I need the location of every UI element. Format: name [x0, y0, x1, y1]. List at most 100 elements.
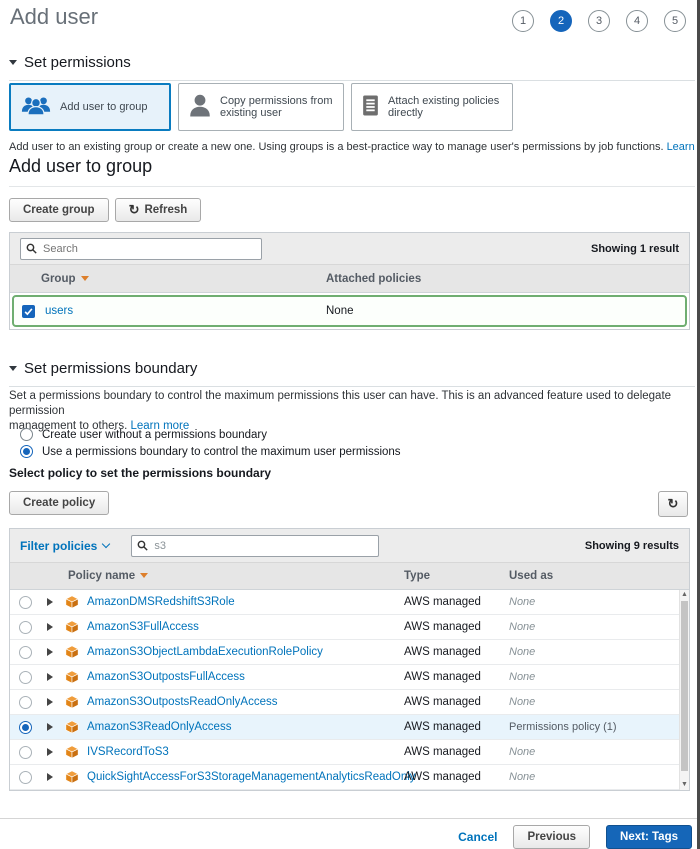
policy-type: AWS managed [404, 621, 481, 633]
group-row-users[interactable]: users None [12, 295, 687, 327]
step-circle-1: 1 [512, 10, 534, 32]
policy-name-link[interactable]: AmazonS3FullAccess [87, 621, 199, 633]
group-section-heading: Add user to group [9, 156, 152, 177]
policy-used-as: None [509, 596, 535, 608]
expand-caret-icon[interactable] [47, 673, 53, 681]
policy-radio[interactable] [19, 721, 32, 734]
policy-used-as: Permissions policy (1) [509, 721, 617, 733]
policy-cube-icon [65, 745, 79, 759]
policy-radio[interactable] [19, 596, 32, 609]
expand-caret-icon[interactable] [47, 748, 53, 756]
policy-row[interactable]: AmazonS3OutpostsFullAccess AWS managed Non… [10, 665, 689, 690]
scroll-down-icon[interactable]: ▼ [680, 780, 689, 790]
policy-radio[interactable] [19, 621, 32, 634]
search-icon [26, 243, 37, 254]
vertical-scrollbar[interactable]: ▲ ▼ [679, 590, 689, 790]
policy-cube-icon [65, 595, 79, 609]
section-permissions-boundary: Set permissions boundary [9, 360, 695, 387]
column-used-as[interactable]: Used as [509, 570, 553, 582]
policy-radio[interactable] [19, 746, 32, 759]
refresh-button[interactable]: ↻Refresh [115, 198, 202, 222]
next-tags-button[interactable]: Next: Tags [606, 825, 692, 849]
group-search-input[interactable] [20, 238, 262, 260]
collapse-triangle-icon[interactable] [9, 60, 17, 65]
create-group-button[interactable]: Create group [9, 198, 109, 222]
sort-caret-icon [140, 573, 148, 578]
group-icon [21, 95, 51, 119]
policy-name-link[interactable]: AmazonDMSRedshiftS3Role [87, 596, 235, 608]
policy-used-as: None [509, 746, 535, 758]
expand-caret-icon[interactable] [47, 598, 53, 606]
policy-name-link[interactable]: AmazonS3OutpostsReadOnlyAccess [87, 696, 277, 708]
policy-type: AWS managed [404, 671, 481, 683]
radio-use-boundary[interactable]: Use a permissions boundary to control th… [20, 445, 401, 458]
expand-caret-icon[interactable] [47, 623, 53, 631]
policy-row[interactable]: AmazonS3ObjectLambdaExecutionRolePolicyA… [10, 640, 689, 665]
radio-icon[interactable] [20, 428, 33, 441]
policy-radio[interactable] [19, 671, 32, 684]
expand-caret-icon[interactable] [47, 773, 53, 781]
column-type[interactable]: Type [404, 570, 430, 582]
filter-policies-dropdown[interactable]: Filter policies [20, 539, 109, 553]
create-policy-button[interactable]: Create policy [9, 491, 109, 515]
expand-caret-icon[interactable] [47, 698, 53, 706]
step-circle-2: 2 [550, 10, 572, 32]
radio-icon[interactable] [20, 445, 33, 458]
policy-name-link[interactable]: QuickSightAccessForS3StorageManagementAn… [87, 771, 416, 783]
refresh-policies-button[interactable]: ↻ [658, 491, 688, 517]
group-name-link[interactable]: users [45, 305, 73, 317]
group-attached-value: None [326, 305, 354, 317]
policy-table-header: Policy name Type Used as [10, 563, 689, 590]
refresh-icon: ↻ [668, 499, 679, 509]
policy-row[interactable]: AmazonS3FullAccessAWS managedNone [10, 615, 689, 640]
policy-row[interactable]: AmazonS3ReadOnlyAccess AWS managed Permiss… [10, 715, 689, 740]
card-label: Attach existing policies directly [388, 95, 502, 119]
scroll-up-icon[interactable]: ▲ [680, 590, 689, 600]
card-add-user-to-group[interactable]: Add user to group [9, 83, 171, 131]
group-toolbar-buttons: Create group ↻Refresh [9, 198, 201, 222]
page-title: Add user [10, 4, 98, 30]
card-copy-permissions[interactable]: Copy permissions from existing user [178, 83, 344, 131]
column-attached-policies[interactable]: Attached policies [326, 273, 421, 285]
policy-radio[interactable] [19, 771, 32, 784]
section-set-permissions: Set permissions [9, 54, 695, 81]
permissions-description: Add user to an existing group or create … [9, 141, 700, 153]
policy-search-input[interactable] [131, 535, 379, 557]
policy-type: AWS managed [404, 721, 481, 733]
row-checkbox[interactable] [22, 305, 35, 318]
learn-more-link[interactable]: Learn more [667, 141, 700, 153]
policy-name-link[interactable]: AmazonS3OutpostsFullAccess [87, 671, 245, 683]
step-circle-3: 3 [588, 10, 610, 32]
policy-used-as: None [509, 671, 535, 683]
check-icon [24, 307, 33, 316]
column-group[interactable]: Group [10, 273, 89, 285]
policy-row[interactable]: AmazonDMSRedshiftS3RoleAWS managedNone [10, 590, 689, 615]
previous-button[interactable]: Previous [513, 825, 590, 849]
policy-name-link[interactable]: IVSRecordToS3 [87, 746, 169, 758]
expand-caret-icon[interactable] [47, 723, 53, 731]
step-circle-5: 5 [664, 10, 686, 32]
group-search[interactable] [20, 238, 262, 260]
section-heading: Set permissions [24, 54, 131, 71]
column-policy-name[interactable]: Policy name [10, 570, 148, 582]
group-table-panel: Showing 1 result Group Attached policies… [9, 232, 690, 330]
policy-row[interactable]: QuickSightAccessForS3StorageManagementAn… [10, 765, 689, 790]
expand-caret-icon[interactable] [47, 648, 53, 656]
policy-radio[interactable] [19, 696, 32, 709]
cancel-link[interactable]: Cancel [458, 830, 497, 844]
policy-name-link[interactable]: AmazonS3ObjectLambdaExecutionRolePolicy [87, 646, 323, 658]
policy-cube-icon [65, 770, 79, 784]
policy-used-as: None [509, 696, 535, 708]
radio-no-boundary[interactable]: Create user without a permissions bounda… [20, 428, 401, 441]
policy-table-toolbar: Filter policies Showing 9 results [10, 529, 689, 563]
card-attach-policies[interactable]: Attach existing policies directly [351, 83, 513, 131]
policy-radio[interactable] [19, 646, 32, 659]
step-indicator: 12345 [512, 10, 686, 32]
scrollbar-thumb[interactable] [681, 601, 688, 771]
policy-name-link[interactable]: AmazonS3ReadOnlyAccess [87, 721, 231, 733]
policy-type: AWS managed [404, 771, 481, 783]
policy-search[interactable] [131, 535, 379, 557]
policy-row[interactable]: IVSRecordToS3AWS managedNone [10, 740, 689, 765]
collapse-triangle-icon[interactable] [9, 366, 17, 371]
policy-row[interactable]: AmazonS3OutpostsReadOnlyAccessAWS manage… [10, 690, 689, 715]
